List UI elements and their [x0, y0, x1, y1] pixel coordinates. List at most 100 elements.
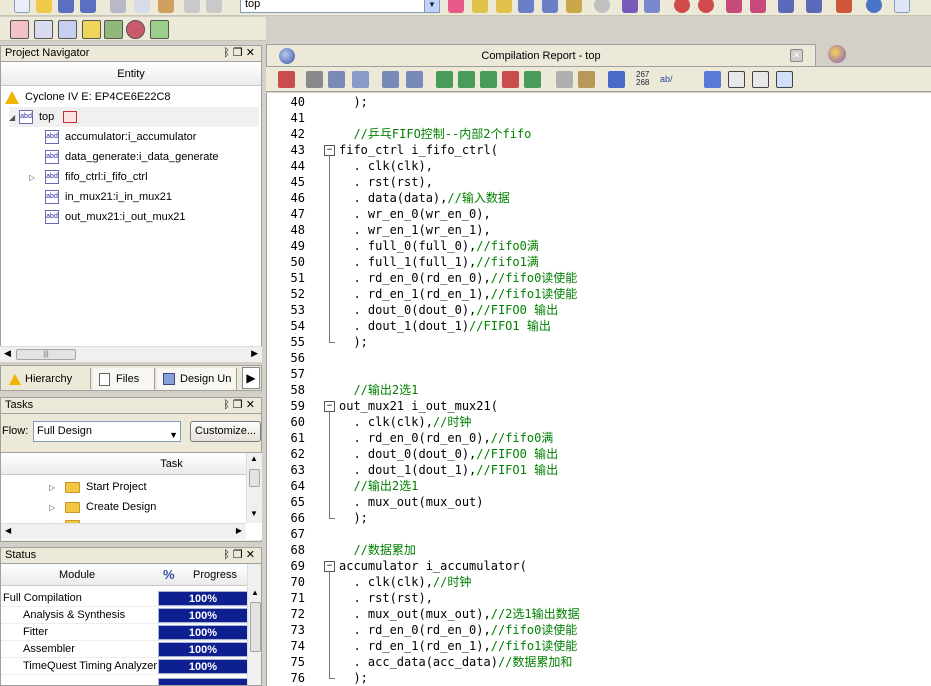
task-column-header[interactable]: Task — [1, 453, 262, 475]
view-split-icon[interactable] — [752, 71, 769, 88]
pin-icon[interactable]: ᛒ — [223, 549, 233, 561]
tree-item[interactable]: abd data_generate:i_data_generate — [45, 147, 219, 167]
scroll-up-icon[interactable]: ▲ — [250, 454, 258, 463]
collapsed-caret-icon[interactable]: ▷ — [49, 498, 65, 518]
code-line[interactable]: ); — [339, 670, 367, 686]
goto-arrow-icon[interactable] — [704, 71, 721, 88]
programmer-icon[interactable] — [806, 0, 822, 13]
status-row[interactable]: TimeQuest Timing Analyzer 100% — [1, 658, 249, 675]
view-list-icon[interactable] — [776, 71, 793, 88]
technology-map-icon[interactable] — [750, 0, 766, 13]
tab-design-units[interactable]: Design Un — [157, 368, 237, 390]
text-mode-icon[interactable] — [34, 20, 53, 39]
tree-item[interactable]: abd accumulator:i_accumulator — [45, 127, 196, 147]
clear-bookmarks-icon[interactable] — [502, 71, 519, 88]
collapsed-caret-icon[interactable]: ▷ — [29, 168, 45, 188]
assignment-icon[interactable] — [472, 0, 488, 13]
prev-bookmark-icon[interactable] — [480, 71, 497, 88]
code-line[interactable]: . acc_data(acc_data)//数据累加和 — [339, 654, 572, 670]
status-row[interactable]: Assembler 100% — [1, 641, 249, 658]
indent-icon[interactable] — [382, 71, 399, 88]
pin-planner-icon[interactable] — [496, 0, 512, 13]
code-line[interactable]: . rst(rst), — [339, 590, 432, 606]
code-line[interactable]: . mux_out(mux_out) — [339, 494, 483, 510]
code-line[interactable]: . wr_en_0(wr_en_0), — [339, 206, 490, 222]
code-line[interactable]: ); — [339, 94, 367, 110]
module-column-header[interactable]: Module — [59, 564, 95, 586]
scroll-up-icon[interactable]: ▲ — [251, 588, 259, 597]
code-line[interactable]: . dout_0(dout_0),//FIFO0 输出 — [339, 302, 558, 318]
scroll-down-icon[interactable]: ▼ — [250, 509, 258, 518]
node-finder-icon[interactable] — [104, 20, 123, 39]
netlist-viewer-icon[interactable] — [726, 0, 742, 13]
find-replace-icon[interactable] — [328, 71, 345, 88]
open-file-icon[interactable] — [278, 71, 295, 88]
tree-item[interactable]: abd in_mux21:i_in_mux21 — [45, 187, 172, 207]
save-icon[interactable] — [58, 0, 74, 13]
code-line[interactable]: . dout_0(dout_0),//FIFO0 输出 — [339, 446, 558, 462]
chevron-down-icon[interactable]: ▼ — [424, 0, 439, 12]
redo-icon[interactable] — [206, 0, 222, 13]
status-row[interactable]: Full Compilation 100% — [1, 590, 249, 607]
code-line[interactable]: . data(data),//输入数据 — [339, 190, 509, 206]
code-line[interactable]: ); — [339, 334, 367, 350]
code-line[interactable]: . wr_en_1(wr_en_1), — [339, 222, 490, 238]
insert-template-icon[interactable] — [578, 71, 595, 88]
pin-icon[interactable]: ᛒ — [223, 399, 233, 411]
fold-toggle-icon[interactable]: − — [324, 561, 335, 572]
close-icon[interactable]: ✕ — [246, 549, 258, 561]
attach-icon[interactable] — [556, 71, 573, 88]
flow-select[interactable]: Full Design ▼ — [33, 421, 181, 442]
scroll-left-icon[interactable]: ◀ — [5, 526, 11, 535]
open-folder-icon[interactable] — [36, 0, 52, 13]
code-line[interactable]: fifo_ctrl i_fifo_ctrl( — [339, 142, 498, 158]
project-combo[interactable]: top ▼ — [240, 0, 440, 13]
code-line[interactable]: . rd_en_0(rd_en_0),//fifo0满 — [339, 430, 553, 446]
chip-editor-icon[interactable] — [778, 0, 794, 13]
status-row[interactable]: Analysis & Synthesis 100% — [1, 607, 249, 624]
cut-icon[interactable] — [110, 0, 126, 13]
code-line[interactable]: . rd_en_1(rd_en_1),//fifo1读使能 — [339, 638, 577, 654]
code-line[interactable]: //输出2选1 — [339, 382, 418, 398]
scroll-left-icon[interactable]: ◀ — [4, 348, 11, 359]
refresh-icon[interactable] — [126, 20, 145, 39]
task-vertical-scrollbar[interactable]: ▲ ▼ — [246, 453, 262, 523]
signaltap-icon[interactable] — [836, 0, 852, 13]
goto-line-icon[interactable] — [352, 71, 369, 88]
code-line[interactable]: //数据累加 — [339, 542, 415, 558]
find-icon[interactable] — [306, 71, 323, 88]
code-line[interactable]: . clk(clk),//时钟 — [339, 574, 471, 590]
device-row[interactable]: Cyclone IV E: EP4CE6E22C8 — [5, 87, 171, 107]
undo-icon[interactable] — [184, 0, 200, 13]
edit-icon[interactable] — [58, 20, 77, 39]
project-navigator-toggle-icon[interactable] — [82, 20, 101, 39]
help-icon[interactable] — [866, 0, 882, 13]
close-icon[interactable]: ✕ — [790, 49, 803, 62]
code-line[interactable]: . mux_out(mux_out),//2选1输出数据 — [339, 606, 579, 622]
bookmark-list-icon[interactable] — [524, 71, 541, 88]
restore-icon[interactable]: ❐ — [233, 549, 246, 561]
task-item[interactable]: ▷ Start Project — [49, 477, 147, 497]
check-syntax-icon[interactable] — [608, 71, 625, 88]
synthesis-icon[interactable] — [566, 0, 582, 13]
copy-icon[interactable] — [134, 0, 150, 13]
scrollbar-thumb[interactable]: ||| — [16, 349, 76, 360]
code-line[interactable]: . clk(clk), — [339, 158, 432, 174]
progress-column-header[interactable]: Progress — [193, 564, 237, 586]
tree-item[interactable]: ▷ abd fifo_ctrl:i_fifo_ctrl — [29, 167, 148, 187]
pin-icon[interactable]: ᛒ — [223, 47, 233, 59]
view-document-icon[interactable] — [728, 71, 745, 88]
expanded-caret-icon[interactable]: ◢ — [9, 108, 19, 128]
tab-scroll-right-icon[interactable]: ▶ — [242, 367, 260, 389]
code-line[interactable]: . full_1(full_1),//fifo1满 — [339, 254, 538, 270]
code-line[interactable]: . dout_1(dout_1)//FIFO1 输出 — [339, 318, 550, 334]
status-vertical-scrollbar[interactable]: ▲ — [247, 564, 261, 685]
timequest-icon[interactable] — [698, 0, 714, 13]
code-line[interactable]: . rd_en_0(rd_en_0),//fifo0读使能 — [339, 270, 577, 286]
navigator-horizontal-scrollbar[interactable]: ◀ ||| ▶ — [0, 346, 262, 362]
close-icon[interactable]: ✕ — [246, 399, 258, 411]
code-line[interactable]: . rd_en_0(rd_en_0),//fifo0读使能 — [339, 622, 577, 638]
scroll-right-icon[interactable]: ▶ — [251, 348, 258, 359]
tab-hierarchy[interactable]: Hierarchy — [3, 368, 91, 390]
abbreviation-icon[interactable]: ab/ — [660, 75, 673, 84]
